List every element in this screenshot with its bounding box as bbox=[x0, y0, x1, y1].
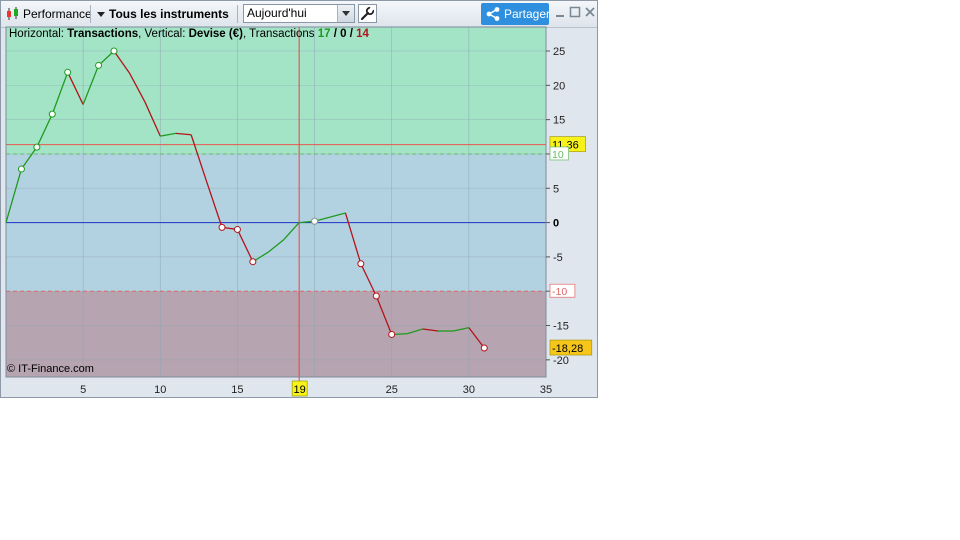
trade-marker[interactable] bbox=[357, 260, 365, 268]
horizontal-value: Transactions bbox=[67, 28, 139, 40]
y-tick-label: -15 bbox=[553, 321, 569, 333]
vertical-value: Devise (€) bbox=[188, 28, 243, 40]
y-tick-label: 25 bbox=[553, 46, 565, 58]
chart-header: Horizontal: Transactions, Vertical: Devi… bbox=[9, 28, 369, 40]
separator-1: / bbox=[330, 28, 341, 40]
trade-marker[interactable] bbox=[388, 330, 396, 338]
level-tag-label: -10 bbox=[552, 286, 567, 298]
trade-marker[interactable] bbox=[95, 61, 103, 69]
losses-count: 14 bbox=[356, 28, 369, 40]
wins-count: 17 bbox=[317, 28, 331, 40]
transactions-prefix: , Transactions bbox=[242, 28, 318, 40]
trade-marker[interactable] bbox=[372, 292, 380, 300]
x-tick-label: 15 bbox=[231, 384, 243, 396]
y-tick-label: -20 bbox=[553, 355, 569, 367]
trade-marker[interactable] bbox=[233, 225, 241, 233]
y-tick-label: -5 bbox=[553, 252, 563, 264]
crosshair-x-label: 19 bbox=[294, 384, 306, 396]
zone-band bbox=[6, 27, 546, 154]
performance-window: Performance Tous les instruments Aujourd… bbox=[0, 0, 598, 398]
y-tick-label: 15 bbox=[553, 115, 565, 127]
x-tick-label: 5 bbox=[80, 384, 86, 396]
copyright-text: © IT-Finance.com bbox=[7, 363, 94, 375]
y-tick-label: 20 bbox=[553, 80, 565, 92]
x-tick-label: 25 bbox=[386, 384, 398, 396]
level-tag-label: 10 bbox=[552, 149, 564, 161]
vertical-prefix: , Vertical: bbox=[138, 28, 189, 40]
x-tick-label: 10 bbox=[154, 384, 166, 396]
trade-marker[interactable] bbox=[110, 47, 118, 55]
trade-marker[interactable] bbox=[48, 110, 56, 118]
trade-marker[interactable] bbox=[64, 68, 72, 76]
crosshair-marker bbox=[311, 217, 319, 225]
trade-marker[interactable] bbox=[218, 223, 226, 231]
horizontal-prefix: Horizontal: bbox=[9, 28, 68, 40]
value-tag-label: -18,28 bbox=[552, 343, 583, 355]
x-tick-label: 35 bbox=[540, 384, 552, 396]
y-tick-label: 5 bbox=[553, 183, 559, 195]
x-tick-label: 30 bbox=[463, 384, 475, 396]
separator-2: / bbox=[346, 28, 357, 40]
trade-marker[interactable] bbox=[17, 165, 25, 173]
y-tick-label: 0 bbox=[553, 218, 559, 230]
equity-chart[interactable]: 2520151050-5-10-15-20510152530351911,36-… bbox=[1, 1, 598, 398]
trade-marker[interactable] bbox=[480, 344, 488, 352]
trade-marker[interactable] bbox=[33, 143, 41, 151]
trade-marker[interactable] bbox=[249, 258, 257, 266]
